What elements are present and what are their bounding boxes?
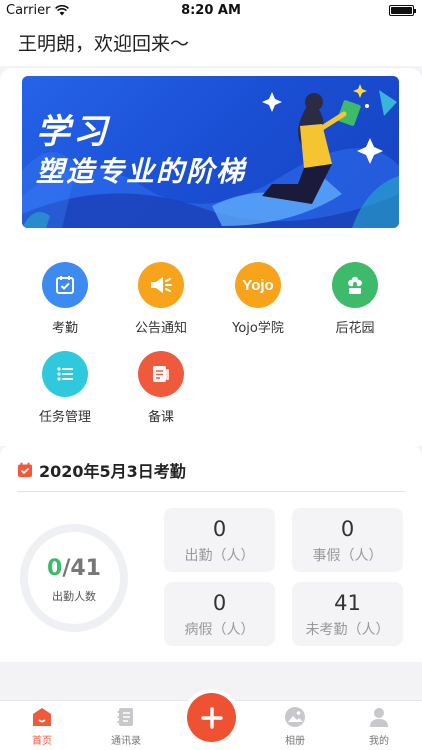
study-banner[interactable]: 学习 塑造专业的阶梯 — [22, 76, 399, 228]
grid-item-label: 考勤 — [51, 321, 78, 336]
tab-me[interactable]: 我的 — [349, 705, 409, 747]
stat-label: 事假（人） — [312, 548, 383, 564]
attendance-date-title: 2020年5月3日考勤 — [39, 462, 186, 481]
attendance-ring: 0/41 出勤人数 — [18, 522, 130, 634]
attendance-card: 2020年5月3日考勤 0/41 出勤人数 0 出勤（人） 0 事假（人） 0 … — [0, 446, 422, 662]
calendar-icon — [18, 462, 32, 477]
stat-label: 未考勤（人） — [305, 622, 390, 638]
tab-home[interactable]: 首页 — [12, 705, 72, 747]
stat-label: 出勤（人） — [184, 548, 255, 564]
banner-subtitle: 塑造专业的阶梯 — [36, 155, 247, 188]
status-bar: Carrier 8:20 AM — [0, 0, 422, 22]
home-top-card: 学习 塑造专业的阶梯 考勤 公告通知 Yojo Yojo学院 后花园 任务管理 — [0, 68, 422, 446]
home-icon — [12, 705, 72, 729]
grid-item-attendance[interactable]: 考勤 — [20, 262, 110, 336]
grid-item-announcements[interactable]: 公告通知 — [116, 262, 206, 336]
add-button[interactable] — [187, 693, 236, 742]
header-divider — [17, 491, 405, 492]
present-count: 0 — [47, 556, 63, 581]
attendance-count: 0/41 — [47, 556, 101, 581]
tab-album[interactable]: 相册 — [265, 705, 325, 747]
grid-item-label: 公告通知 — [134, 321, 187, 336]
album-icon — [265, 705, 325, 729]
stat-value: 0 — [212, 517, 227, 541]
notebook-icon — [138, 351, 184, 397]
plus-icon — [200, 706, 223, 729]
grid-item-lesson-prep[interactable]: 备课 — [116, 351, 206, 425]
banner-title: 学习 — [36, 112, 110, 152]
grid-item-task-management[interactable]: 任务管理 — [20, 351, 110, 425]
tab-label: 通讯录 — [111, 736, 141, 747]
tab-label: 我的 — [369, 736, 389, 747]
grid-item-label: 任务管理 — [38, 410, 91, 425]
stat-value: 0 — [212, 591, 227, 615]
flower-icon — [332, 262, 378, 308]
list-icon — [42, 351, 88, 397]
attendance-header: 2020年5月3日考勤 — [17, 458, 186, 482]
grid-item-label: 后花园 — [335, 321, 375, 336]
user-icon — [349, 705, 409, 729]
yojo-logo-icon: Yojo — [235, 262, 281, 308]
contacts-book-icon — [96, 705, 156, 729]
total-count: 41 — [70, 556, 101, 581]
tab-label: 首页 — [32, 736, 52, 747]
megaphone-icon — [138, 262, 184, 308]
ring-label: 出勤人数 — [52, 590, 96, 603]
svg-text:Yojo: Yojo — [242, 277, 273, 294]
stat-not-checked-in[interactable]: 41 未考勤（人） — [292, 582, 403, 646]
stat-label: 病假（人） — [184, 622, 255, 638]
stat-value: 41 — [334, 591, 361, 615]
stat-value: 0 — [340, 517, 355, 541]
grid-item-label: Yojo学院 — [232, 321, 284, 336]
tab-label: 相册 — [285, 736, 305, 747]
tab-contacts[interactable]: 通讯录 — [96, 705, 156, 747]
stat-present[interactable]: 0 出勤（人） — [164, 508, 275, 572]
grid-item-label: 备课 — [147, 410, 174, 425]
grid-item-yojo-academy[interactable]: Yojo Yojo学院 — [213, 262, 303, 336]
stat-personal-leave[interactable]: 0 事假（人） — [292, 508, 403, 572]
greeting-title: 王明朗，欢迎回来～ — [0, 22, 422, 66]
status-time: 8:20 AM — [181, 3, 241, 18]
calendar-check-icon — [42, 262, 88, 308]
grid-item-garden[interactable]: 后花园 — [310, 262, 400, 336]
stat-sick-leave[interactable]: 0 病假（人） — [164, 582, 275, 646]
battery-icon — [389, 5, 416, 16]
